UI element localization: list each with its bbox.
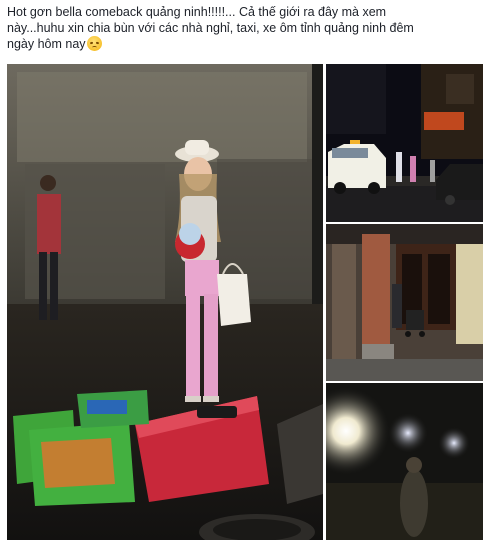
building-stroller-photo[interactable] — [326, 224, 483, 381]
street-lights-illustration — [326, 383, 483, 540]
caption-line-1: Hot gơn bella comeback quảng ninh!!!!!..… — [7, 5, 387, 19]
girl-with-luggage-illustration — [7, 64, 323, 540]
street-taxi-night-photo[interactable] — [326, 64, 483, 222]
street-taxi-illustration — [326, 64, 483, 222]
girl-with-luggage-photo[interactable] — [7, 64, 323, 540]
building-stroller-illustration — [326, 224, 483, 381]
caption-line-2: này...huhu xin chia bùn với các nhà nghỉ… — [7, 21, 414, 35]
caption-line-3-text: ngày hôm nay — [7, 37, 86, 51]
caption-line-3: ngày hôm nay — [7, 36, 481, 52]
disappointed-face-icon — [86, 36, 102, 51]
street-lights-night-photo[interactable] — [326, 383, 483, 540]
post-caption: Hot gơn bella comeback quảng ninh!!!!!..… — [7, 4, 481, 52]
